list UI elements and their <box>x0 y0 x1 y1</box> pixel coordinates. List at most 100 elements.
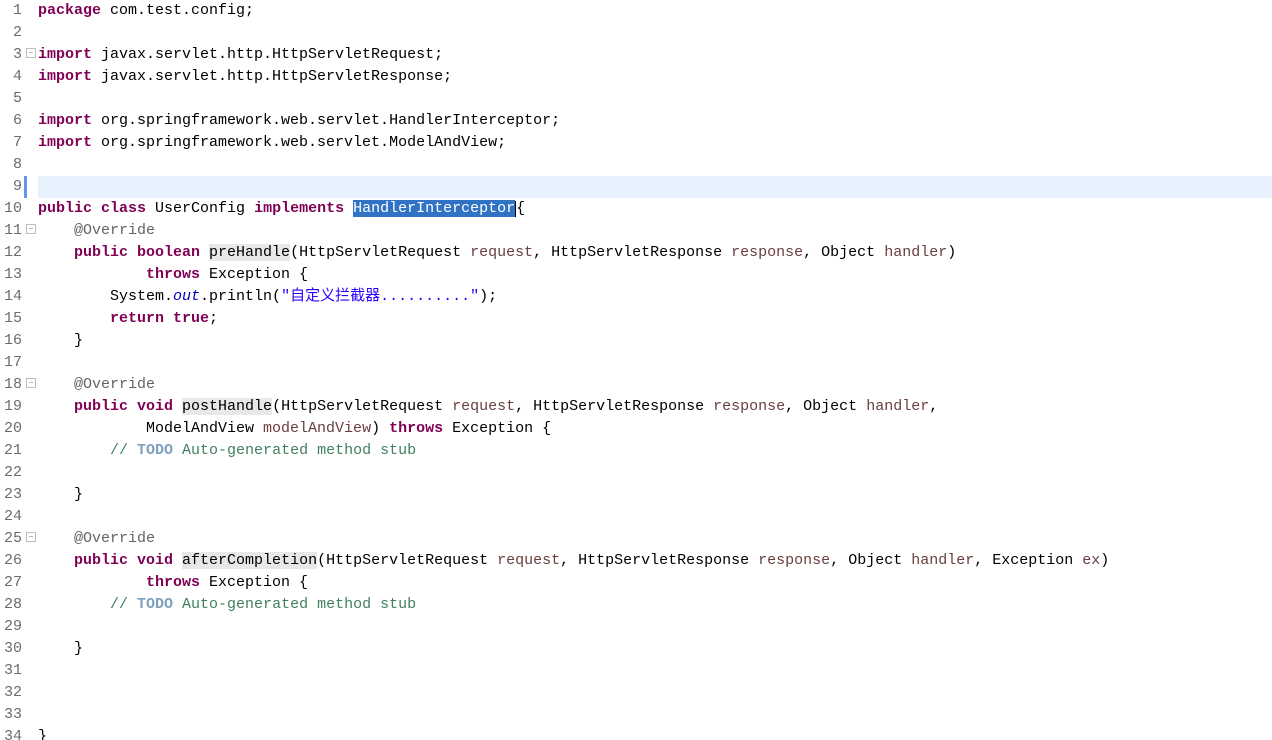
code-token: postHandle <box>182 398 272 415</box>
code-token: Exception { <box>452 420 551 437</box>
line-number: 12 <box>0 242 22 264</box>
code-token: ex <box>1082 552 1100 569</box>
code-token <box>38 156 47 173</box>
code-line[interactable]: } <box>38 638 1272 660</box>
code-line[interactable]: @Override <box>38 374 1272 396</box>
line-number-gutter: 123−4567891011−12131415161718−1920212223… <box>0 0 28 740</box>
code-token: response <box>731 244 803 261</box>
code-token: request <box>470 244 533 261</box>
code-token <box>38 376 74 393</box>
code-line[interactable]: System.out.println("自定义拦截器.........."); <box>38 286 1272 308</box>
code-line[interactable]: public void afterCompletion(HttpServletR… <box>38 550 1272 572</box>
line-number: 27 <box>0 572 22 594</box>
code-token: // <box>110 442 137 459</box>
code-line[interactable]: @Override <box>38 528 1272 550</box>
code-token: request <box>452 398 515 415</box>
code-token: out <box>173 288 200 305</box>
line-number: 29 <box>0 616 22 638</box>
code-token: ModelAndView <box>38 420 263 437</box>
code-token: package <box>38 2 110 19</box>
code-token <box>38 24 47 41</box>
line-number: 13 <box>0 264 22 286</box>
code-token <box>38 552 74 569</box>
line-number: 18− <box>0 374 22 396</box>
code-line[interactable]: throws Exception { <box>38 572 1272 594</box>
line-number: 17 <box>0 352 22 374</box>
code-token: javax.servlet.http.HttpServletResponse; <box>101 68 452 85</box>
code-line[interactable]: // TODO Auto-generated method stub <box>38 440 1272 462</box>
code-line[interactable]: import org.springframework.web.servlet.M… <box>38 132 1272 154</box>
code-editor[interactable]: 123−4567891011−12131415161718−1920212223… <box>0 0 1272 740</box>
code-line[interactable] <box>38 682 1272 704</box>
code-line[interactable]: import javax.servlet.http.HttpServletRes… <box>38 66 1272 88</box>
code-token <box>38 200 47 217</box>
code-line[interactable] <box>38 506 1272 528</box>
code-token: return true <box>110 310 209 327</box>
code-token: import <box>38 134 101 151</box>
code-line[interactable] <box>38 88 1272 110</box>
line-number: 4 <box>0 66 22 88</box>
code-token: HandlerInterceptor <box>353 200 515 217</box>
line-number: 15 <box>0 308 22 330</box>
code-line[interactable]: public boolean preHandle(HttpServletRequ… <box>38 242 1272 264</box>
code-token: , Object <box>830 552 911 569</box>
code-line[interactable] <box>38 352 1272 374</box>
code-token <box>38 398 74 415</box>
code-token: implements <box>254 200 353 217</box>
code-token <box>38 706 47 723</box>
code-line[interactable] <box>38 154 1272 176</box>
code-line[interactable] <box>38 660 1272 682</box>
code-token <box>38 222 74 239</box>
code-token: preHandle <box>209 244 290 261</box>
code-token: public void <box>74 552 182 569</box>
code-token: } <box>38 486 83 503</box>
code-token: , Object <box>803 244 884 261</box>
code-line[interactable]: } <box>38 330 1272 352</box>
code-line[interactable] <box>38 22 1272 44</box>
line-number: 34 <box>0 726 22 740</box>
code-token: TODO <box>137 596 173 613</box>
code-line[interactable]: package com.test.config; <box>38 0 1272 22</box>
line-number: 25− <box>0 528 22 550</box>
code-token: (HttpServletRequest <box>290 244 470 261</box>
code-line[interactable]: // TODO Auto-generated method stub <box>38 594 1272 616</box>
line-number: 6 <box>0 110 22 132</box>
code-line[interactable]: public class UserConfig implements Handl… <box>38 176 1272 198</box>
code-token: Exception { <box>209 574 308 591</box>
code-line[interactable]: @Override <box>38 220 1272 242</box>
code-token: @Override <box>74 376 155 393</box>
code-token: } <box>38 640 83 657</box>
code-token <box>38 464 47 481</box>
code-line[interactable]: import org.springframework.web.servlet.H… <box>38 110 1272 132</box>
code-area[interactable]: package com.test.config; import javax.se… <box>28 0 1272 740</box>
code-token: Exception { <box>209 266 308 283</box>
code-token: , Exception <box>974 552 1082 569</box>
code-line[interactable]: ModelAndView modelAndView) throws Except… <box>38 418 1272 440</box>
code-line[interactable]: throws Exception { <box>38 264 1272 286</box>
line-number: 1 <box>0 0 22 22</box>
code-line[interactable] <box>38 462 1272 484</box>
code-token: @Override <box>74 530 155 547</box>
code-token: javax.servlet.http.HttpServletRequest; <box>101 46 443 63</box>
code-line[interactable]: return true; <box>38 308 1272 330</box>
code-line[interactable]: } <box>38 726 1272 740</box>
line-number: 33 <box>0 704 22 726</box>
line-number: 3− <box>0 44 22 66</box>
code-token: , HttpServletResponse <box>560 552 758 569</box>
code-token: TODO <box>137 442 173 459</box>
code-token: , <box>929 398 938 415</box>
code-token: afterCompletion <box>182 552 317 569</box>
code-line[interactable] <box>38 704 1272 726</box>
code-line[interactable]: public void postHandle(HttpServletReques… <box>38 396 1272 418</box>
code-token: public void <box>74 398 182 415</box>
code-token: request <box>497 552 560 569</box>
code-line[interactable]: import javax.servlet.http.HttpServletReq… <box>38 44 1272 66</box>
code-line[interactable]: } <box>38 484 1272 506</box>
code-token: modelAndView <box>263 420 371 437</box>
code-line[interactable] <box>38 616 1272 638</box>
code-token: ) <box>1100 552 1109 569</box>
code-token: public boolean <box>74 244 209 261</box>
line-number: 7 <box>0 132 22 154</box>
code-token: handler <box>884 244 947 261</box>
code-token: , Object <box>785 398 866 415</box>
